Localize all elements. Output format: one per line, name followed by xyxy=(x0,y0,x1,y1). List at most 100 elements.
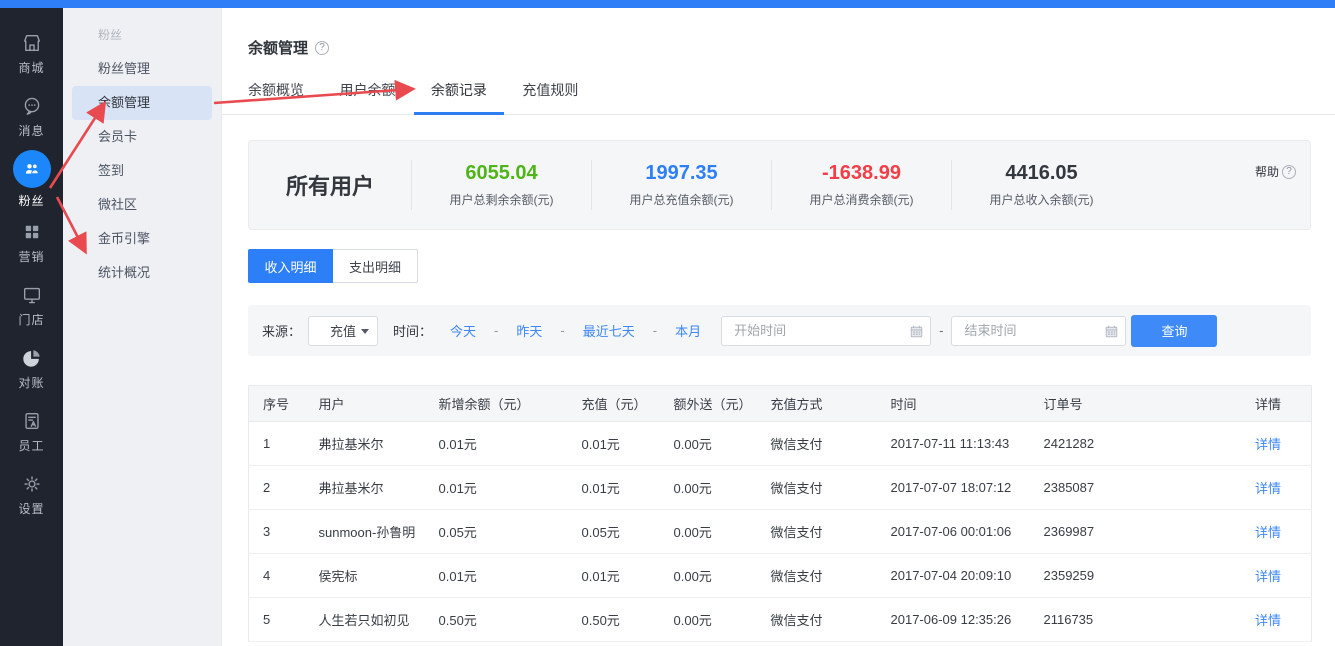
sidebar-item-coin-engine[interactable]: 金币引擎 xyxy=(63,222,221,256)
cell-recharge: 0.01元 xyxy=(568,554,660,598)
sidebar-item-fans[interactable]: 粉丝 xyxy=(0,148,63,211)
stat-value: -1638.99 xyxy=(772,162,951,185)
cell-method: 微信支付 xyxy=(757,598,877,642)
detail-toggle: 收入明细 支出明细 xyxy=(248,249,418,283)
col-header-recharge: 充值（元） xyxy=(568,386,660,422)
end-date-field xyxy=(951,316,1126,346)
secondary-sidebar-title: 粉丝 xyxy=(63,18,221,52)
income-detail-button[interactable]: 收入明细 xyxy=(248,249,333,283)
cell-time: 2017-07-11 11:13:43 xyxy=(877,422,1030,466)
range-separator: - xyxy=(653,323,657,338)
table-row: 2 弗拉基米尔 0.01元 0.01元 0.00元 微信支付 2017-07-0… xyxy=(249,466,1312,510)
stat-value: 1997.35 xyxy=(592,162,771,185)
sidebar-item-fans-management[interactable]: 粉丝管理 xyxy=(63,52,221,86)
sidebar-item-label: 门店 xyxy=(18,311,44,328)
detail-link[interactable]: 详情 xyxy=(1255,613,1281,628)
staff-doc-icon xyxy=(20,409,44,433)
tab-user-balance[interactable]: 用户余额 xyxy=(339,80,395,114)
records-table: 序号 用户 新增余额（元） 充值（元） 额外送（元） 充值方式 时间 订单号 详… xyxy=(248,385,1311,642)
sidebar-item-message[interactable]: 消息 xyxy=(0,85,63,148)
quick-range-yesterday[interactable]: 昨天 xyxy=(516,321,542,340)
sidebar-item-staff[interactable]: 员工 xyxy=(0,400,63,463)
start-date-input[interactable] xyxy=(721,316,931,346)
stat-label: 用户总剩余余额(元) xyxy=(412,191,591,208)
cell-time: 2017-06-09 12:35:26 xyxy=(877,598,1030,642)
cell-new-balance: 0.05元 xyxy=(425,510,568,554)
time-label: 时间： xyxy=(393,321,432,340)
help-question-icon[interactable] xyxy=(315,41,329,55)
sidebar-item-micro-community[interactable]: 微社区 xyxy=(63,188,221,222)
primary-sidebar: 商城 消息 粉丝 营销 门店 xyxy=(0,8,63,646)
col-header-detail: 详情 xyxy=(1222,386,1312,422)
cell-method: 微信支付 xyxy=(757,422,877,466)
stat-label: 用户总充值余额(元) xyxy=(592,191,771,208)
sidebar-item-store[interactable]: 门店 xyxy=(0,274,63,337)
cell-time: 2017-07-06 00:01:06 xyxy=(877,510,1030,554)
stat-recharge-balance: 1997.35 用户总充值余额(元) xyxy=(591,160,771,210)
stat-label: 用户总收入余额(元) xyxy=(952,191,1131,208)
sidebar-item-settings[interactable]: 设置 xyxy=(0,463,63,526)
cell-new-balance: 0.50元 xyxy=(425,598,568,642)
cell-time: 2017-07-07 18:07:12 xyxy=(877,466,1030,510)
cell-no: 2 xyxy=(249,466,305,510)
range-separator: - xyxy=(560,323,564,338)
cell-recharge: 0.01元 xyxy=(568,422,660,466)
help-link-label: 帮助 xyxy=(1255,163,1279,180)
summary-card: 所有用户 6055.04 用户总剩余余额(元) 1997.35 用户总充值余额(… xyxy=(248,140,1311,230)
secondary-sidebar: 粉丝 粉丝管理 余额管理 会员卡 签到 微社区 金币引擎 统计概况 xyxy=(63,8,222,646)
store-monitor-icon xyxy=(20,283,44,307)
expense-detail-button[interactable]: 支出明细 xyxy=(333,249,418,283)
cell-extra: 0.00元 xyxy=(660,422,757,466)
cell-order: 2421282 xyxy=(1030,422,1222,466)
sidebar-item-label: 消息 xyxy=(18,122,44,139)
cell-order: 2369987 xyxy=(1030,510,1222,554)
chevron-down-icon xyxy=(361,329,369,334)
cell-recharge: 0.05元 xyxy=(568,510,660,554)
cell-order: 2116735 xyxy=(1030,598,1222,642)
sidebar-item-balance-management[interactable]: 余额管理 xyxy=(72,86,212,120)
col-header-order: 订单号 xyxy=(1030,386,1222,422)
quick-range-this-month[interactable]: 本月 xyxy=(675,321,701,340)
cell-order: 2359259 xyxy=(1030,554,1222,598)
sidebar-item-label: 营销 xyxy=(18,248,44,265)
sidebar-item-label: 商城 xyxy=(18,59,44,76)
end-date-input[interactable] xyxy=(951,316,1126,346)
table-header-row: 序号 用户 新增余额（元） 充值（元） 额外送（元） 充值方式 时间 订单号 详… xyxy=(249,386,1312,422)
detail-link[interactable]: 详情 xyxy=(1255,569,1281,584)
cell-method: 微信支付 xyxy=(757,510,877,554)
cell-no: 5 xyxy=(249,598,305,642)
col-header-time: 时间 xyxy=(877,386,1030,422)
stat-value: 4416.05 xyxy=(952,162,1131,185)
marketing-grid-icon xyxy=(20,220,44,244)
detail-link[interactable]: 详情 xyxy=(1255,525,1281,540)
sidebar-item-reconcile[interactable]: 对账 xyxy=(0,337,63,400)
quick-range-last7days[interactable]: 最近七天 xyxy=(583,321,635,340)
help-question-icon xyxy=(1282,165,1296,179)
search-button[interactable]: 查询 xyxy=(1131,315,1217,347)
quick-range-today[interactable]: 今天 xyxy=(450,321,476,340)
tab-balance-overview[interactable]: 余额概览 xyxy=(248,80,304,114)
sidebar-item-statistics[interactable]: 统计概况 xyxy=(63,256,221,290)
sidebar-item-shop[interactable]: 商城 xyxy=(0,22,63,85)
cell-user: 弗拉基米尔 xyxy=(305,466,425,510)
sidebar-item-label: 员工 xyxy=(18,437,44,454)
source-label: 来源： xyxy=(262,321,301,340)
detail-link[interactable]: 详情 xyxy=(1255,437,1281,452)
col-header-no: 序号 xyxy=(249,386,305,422)
sidebar-item-check-in[interactable]: 签到 xyxy=(63,154,221,188)
tab-recharge-rules[interactable]: 充值规则 xyxy=(522,80,578,114)
detail-link[interactable]: 详情 xyxy=(1255,481,1281,496)
cell-user: sunmoon-孙鲁明 xyxy=(305,510,425,554)
page-head: 余额管理 xyxy=(248,37,329,58)
tab-balance-records[interactable]: 余额记录 xyxy=(431,80,487,114)
sidebar-item-member-card[interactable]: 会员卡 xyxy=(63,120,221,154)
col-header-extra: 额外送（元） xyxy=(660,386,757,422)
help-link[interactable]: 帮助 xyxy=(1255,163,1296,180)
source-select[interactable]: 充值 xyxy=(308,316,378,346)
date-range-separator: - xyxy=(939,323,943,338)
stat-remaining-balance: 6055.04 用户总剩余余额(元) xyxy=(411,160,591,210)
cell-time: 2017-07-04 20:09:10 xyxy=(877,554,1030,598)
stat-income-balance: 4416.05 用户总收入余额(元) xyxy=(951,160,1131,210)
stat-label: 用户总消费余额(元) xyxy=(772,191,951,208)
sidebar-item-marketing[interactable]: 营销 xyxy=(0,211,63,274)
